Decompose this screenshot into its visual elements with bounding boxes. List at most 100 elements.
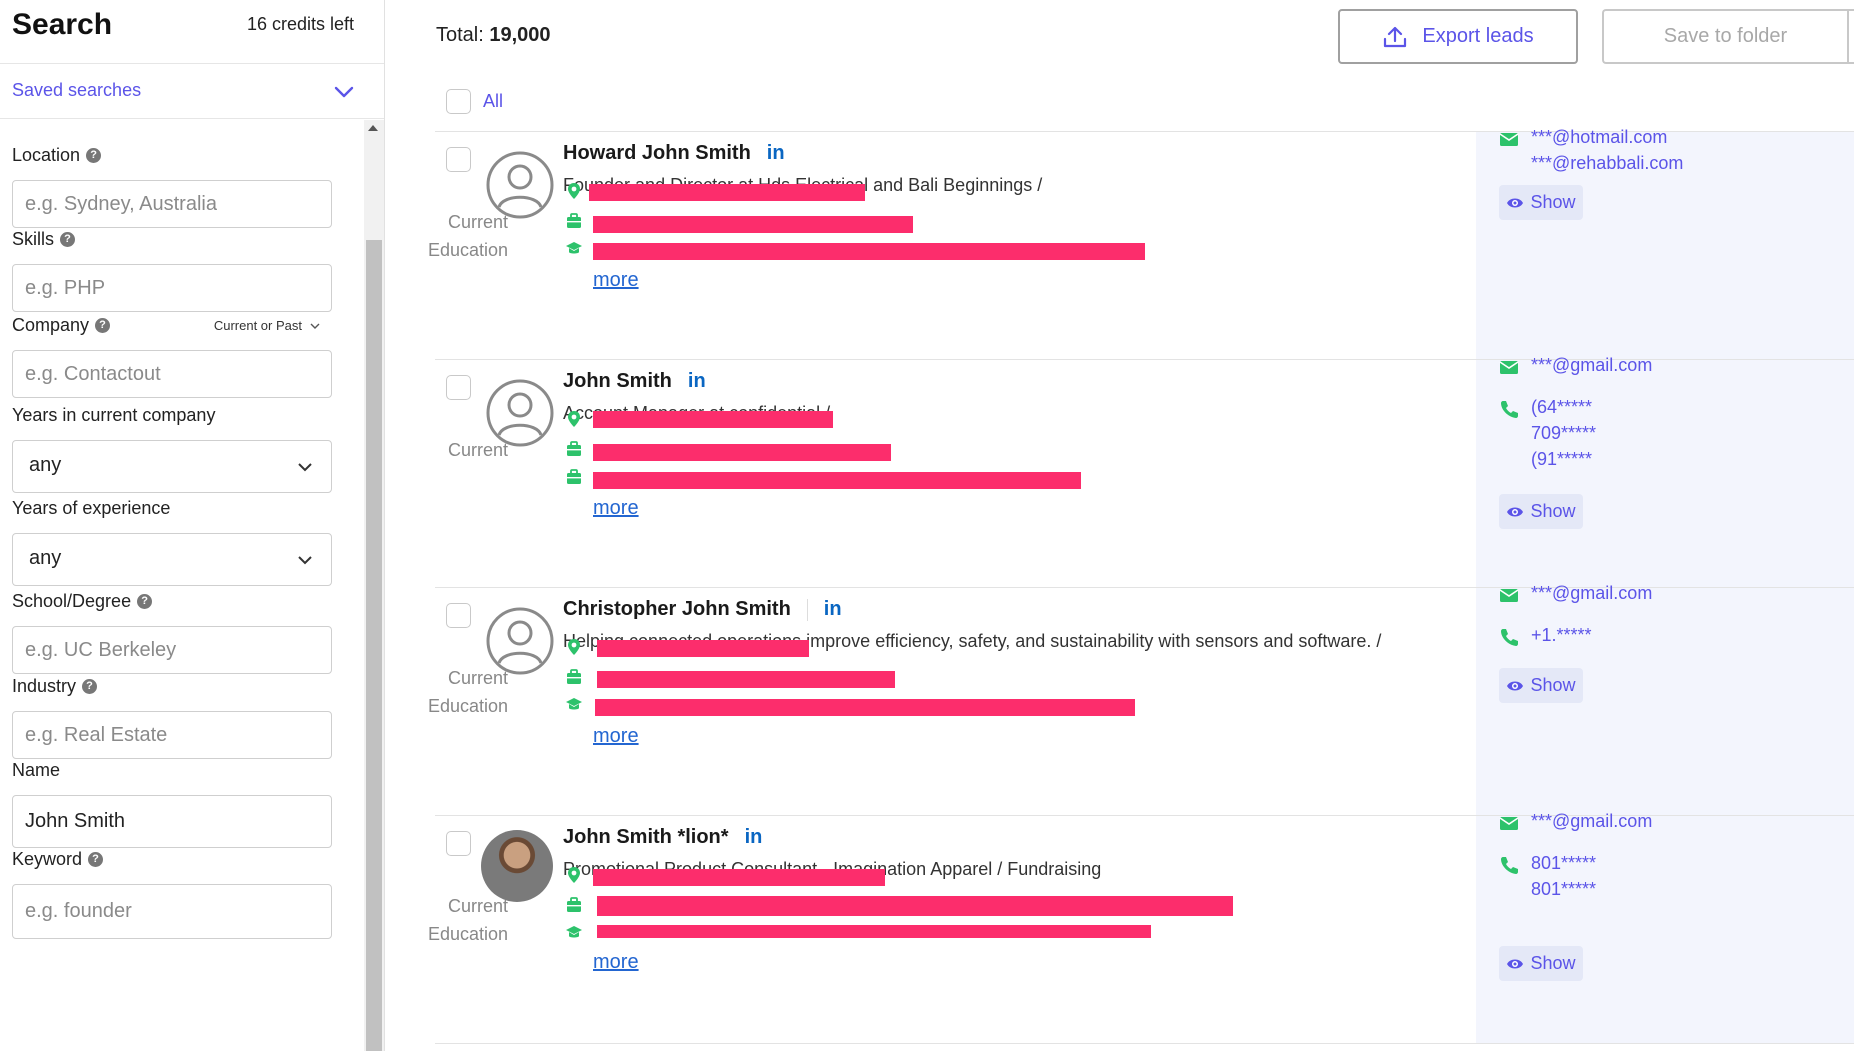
- credits-left: 16 credits left: [246, 14, 354, 34]
- school-label: School/Degree: [12, 590, 132, 611]
- sidebar-scrollbar[interactable]: [364, 120, 384, 1051]
- show-contacts-button[interactable]: Show: [1499, 668, 1583, 703]
- industry-input[interactable]: [12, 711, 332, 759]
- more-link[interactable]: more: [593, 725, 639, 748]
- name-row: John Smith *lion* in: [563, 826, 762, 849]
- result-checkbox[interactable]: [446, 603, 471, 628]
- years-in-company-select[interactable]: any: [12, 440, 332, 493]
- result-checkbox[interactable]: [446, 831, 471, 856]
- email-address[interactable]: ***@gmail.com: [1531, 350, 1652, 380]
- map-pin-icon: [568, 183, 580, 199]
- current-label: Current: [447, 896, 508, 916]
- show-contacts-button[interactable]: Show: [1499, 185, 1583, 220]
- location-label: Location: [12, 144, 81, 165]
- more-link[interactable]: more: [593, 951, 639, 974]
- email-address[interactable]: ***@gmail.com: [1531, 806, 1652, 836]
- help-icon[interactable]: ?: [60, 231, 76, 247]
- results-area: Total: 19,000 Export leads Save to folde…: [386, 0, 1854, 1051]
- company-scope-dropdown[interactable]: Current or Past: [214, 318, 320, 333]
- result-checkbox[interactable]: [446, 375, 471, 400]
- education-label: Education: [427, 924, 508, 944]
- graduation-cap-icon: [566, 926, 582, 938]
- result-card: Howard John Smith in Founder and Directo…: [428, 127, 1854, 360]
- redacted-current-job: [597, 896, 1233, 916]
- eye-icon: [1507, 681, 1524, 690]
- name-row: Howard John Smith in: [563, 142, 785, 165]
- company-label: Company: [12, 314, 90, 335]
- years-experience-select[interactable]: any: [12, 533, 332, 586]
- redacted-past-job: [593, 472, 1081, 489]
- linkedin-icon[interactable]: in: [745, 826, 763, 849]
- industry-filter: Industry ?: [12, 675, 332, 759]
- help-icon[interactable]: ?: [86, 147, 102, 163]
- help-icon[interactable]: ?: [82, 678, 98, 694]
- select-all-checkbox[interactable]: [446, 89, 471, 114]
- profile-photo: [481, 830, 553, 902]
- saved-searches-dropdown[interactable]: Saved searches: [0, 64, 384, 119]
- eye-icon: [1507, 198, 1524, 207]
- school-filter: School/Degree ?: [12, 590, 332, 674]
- location-input[interactable]: [12, 180, 332, 228]
- save-to-folder-label: Save to folder: [1663, 25, 1788, 47]
- skills-label: Skills: [12, 228, 55, 249]
- skills-input[interactable]: [12, 264, 332, 312]
- name-row: John Smith in: [563, 370, 706, 393]
- more-link[interactable]: more: [593, 269, 639, 292]
- scroll-up-arrow-icon[interactable]: [368, 125, 378, 131]
- redacted-education: [595, 699, 1135, 716]
- save-options-dropdown[interactable]: [1847, 9, 1854, 64]
- help-icon[interactable]: ?: [95, 317, 111, 333]
- export-leads-button[interactable]: Export leads: [1338, 9, 1578, 64]
- phone-icon: [1501, 629, 1518, 646]
- phone-number[interactable]: +1.*****: [1531, 620, 1592, 650]
- phone-number[interactable]: 801*****: [1531, 874, 1596, 904]
- upload-icon: [1384, 26, 1407, 47]
- person-name[interactable]: John Smith *lion*: [563, 826, 729, 849]
- current-label: Current: [447, 212, 508, 232]
- email-address[interactable]: ***@gmail.com: [1531, 578, 1652, 608]
- years-in-company-label: Years in current company: [12, 404, 216, 425]
- show-label: Show: [1530, 501, 1576, 521]
- years-experience-value: any: [29, 547, 62, 569]
- save-to-folder-button[interactable]: Save to folder: [1602, 9, 1847, 64]
- keyword-filter: Keyword ?: [12, 848, 332, 939]
- phone-row: (64***** 709***** (91*****: [1499, 396, 1596, 474]
- keyword-input[interactable]: [12, 884, 332, 939]
- more-link[interactable]: more: [593, 497, 639, 520]
- export-leads-label: Export leads: [1422, 25, 1534, 47]
- name-label: Name: [12, 759, 61, 780]
- map-pin-icon: [568, 639, 580, 655]
- show-contacts-button[interactable]: Show: [1499, 946, 1583, 981]
- help-icon[interactable]: ?: [137, 593, 153, 609]
- person-name[interactable]: Howard John Smith: [563, 142, 751, 165]
- redacted-education: [597, 925, 1151, 938]
- name-input[interactable]: [12, 795, 332, 848]
- company-input[interactable]: [12, 350, 332, 398]
- filters-panel: Location ? Skills ? Company ? Current or…: [0, 120, 370, 1051]
- email-row: ***@hotmail.com ***@rehabbali.com: [1499, 126, 1683, 178]
- company-scope-label: Current or Past: [213, 318, 302, 333]
- total-value: 19,000: [489, 24, 551, 46]
- school-input[interactable]: [12, 626, 332, 674]
- envelope-icon: [1499, 589, 1519, 602]
- linkedin-icon[interactable]: in: [688, 370, 706, 393]
- person-name[interactable]: John Smith: [563, 370, 672, 393]
- results-total: Total: 19,000: [436, 24, 551, 47]
- help-icon[interactable]: ?: [88, 851, 104, 867]
- linkedin-icon[interactable]: in: [824, 598, 842, 621]
- phone-number[interactable]: (91*****: [1531, 444, 1596, 474]
- chevron-down-icon: [334, 86, 354, 98]
- current-label: Current: [447, 668, 508, 688]
- email-address[interactable]: ***@rehabbali.com: [1531, 148, 1683, 178]
- envelope-icon: [1499, 817, 1519, 830]
- chevron-down-icon: [310, 323, 320, 329]
- briefcase-icon: [567, 469, 581, 484]
- show-contacts-button[interactable]: Show: [1499, 494, 1583, 529]
- result-checkbox[interactable]: [446, 147, 471, 172]
- scrollbar-thumb[interactable]: [366, 240, 382, 1051]
- years-in-company-value: any: [29, 454, 62, 476]
- email-row: ***@gmail.com: [1499, 582, 1652, 608]
- person-name[interactable]: Christopher John Smith: [563, 598, 791, 621]
- phone-icon: [1501, 401, 1518, 418]
- linkedin-icon[interactable]: in: [767, 142, 785, 165]
